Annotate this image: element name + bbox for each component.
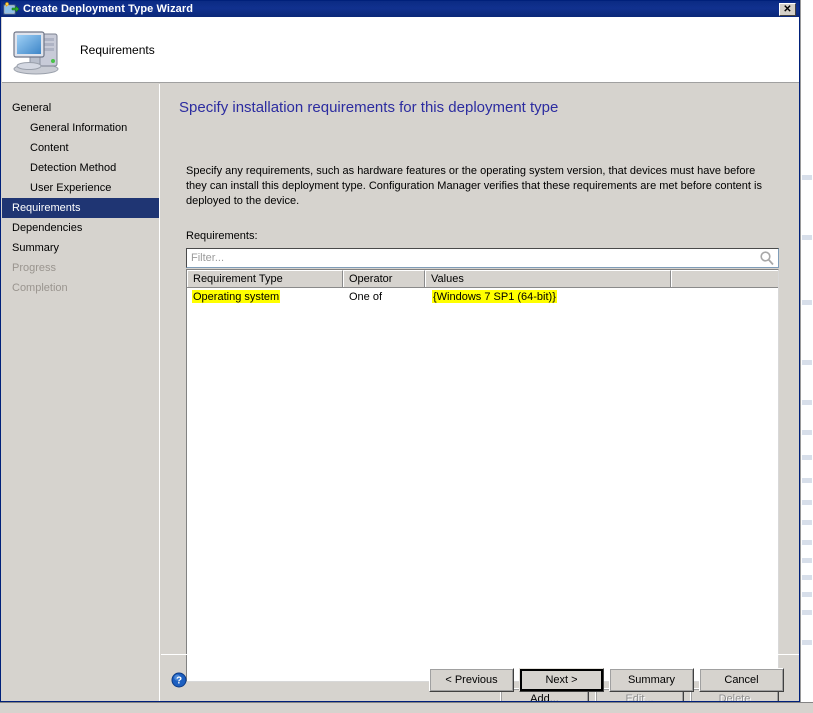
cell-values[interactable]: {Windows 7 SP1 (64-bit)} (427, 289, 674, 304)
wizard-content-pane: Specify installation requirements for th… (161, 84, 799, 701)
page-description: Specify any requirements, such as hardwa… (186, 165, 762, 207)
filter-box[interactable] (186, 248, 779, 268)
cell-values-text: {Windows 7 SP1 (64-bit)} (432, 289, 557, 303)
create-deployment-type-wizard-window: Create Deployment Type Wizard ✕ Requirem… (0, 0, 800, 702)
sidebar-item-content[interactable]: Content (2, 138, 159, 158)
background-window-text-fragment (802, 478, 812, 483)
sidebar-item-summary[interactable]: Summary (2, 238, 159, 258)
sidebar-item-general[interactable]: General (2, 98, 159, 118)
background-window-right (800, 0, 813, 712)
sidebar-item-requirements[interactable]: Requirements (2, 198, 159, 218)
column-header-values[interactable]: Values (425, 270, 671, 287)
sidebar-item-general-information[interactable]: General Information (2, 118, 159, 138)
cell-requirement-type[interactable]: Operating system (187, 289, 344, 304)
deployment-type-icon (3, 2, 20, 16)
background-window-text-fragment (802, 520, 812, 525)
column-header-operator[interactable]: Operator (343, 270, 425, 287)
background-window-text-fragment (802, 175, 812, 180)
requirements-list[interactable]: Requirement Type Operator Values Operati… (186, 269, 779, 682)
background-window-text-fragment (802, 500, 812, 505)
background-window-text-fragment (802, 592, 812, 597)
close-icon[interactable]: ✕ (779, 3, 796, 16)
background-window-text-fragment (802, 575, 812, 580)
background-window-text-fragment (802, 558, 812, 563)
sidebar-item-detection-method[interactable]: Detection Method (2, 158, 159, 178)
sidebar-item-completion: Completion (12, 282, 68, 294)
next-button[interactable]: Next > (519, 668, 604, 692)
search-input[interactable] (191, 250, 759, 266)
page-title: Specify installation requirements for th… (179, 99, 559, 116)
requirements-list-label: Requirements: (186, 230, 258, 242)
background-window-text-fragment (802, 400, 812, 405)
background-window-text-fragment (802, 300, 812, 305)
background-window-text-fragment (802, 540, 812, 545)
column-header-requirement-type[interactable]: Requirement Type (187, 270, 343, 287)
sidebar-item-user-experience[interactable]: User Experience (2, 178, 159, 198)
list-header-row: Requirement Type Operator Values (187, 270, 778, 288)
computer-icon (10, 24, 70, 76)
background-window-text-fragment (802, 455, 812, 460)
window-title: Create Deployment Type Wizard (23, 3, 194, 15)
wizard-header: Requirements (2, 17, 799, 83)
background-window-bottom (0, 702, 813, 713)
search-icon[interactable] (759, 250, 775, 266)
sidebar-item-dependencies[interactable]: Dependencies (2, 218, 159, 238)
footer-divider (161, 654, 799, 655)
svg-text:?: ? (176, 676, 182, 687)
sidebar-item-progress: Progress (12, 262, 57, 274)
column-header-extra[interactable] (671, 270, 778, 287)
header-title: Requirements (80, 42, 155, 57)
background-window-text-fragment (802, 360, 812, 365)
summary-button[interactable]: Summary (609, 668, 694, 692)
background-window-text-fragment (802, 640, 812, 645)
cell-requirement-type-text: Operating system (192, 289, 281, 303)
help-icon[interactable]: ? (171, 672, 187, 688)
cancel-button[interactable]: Cancel (699, 668, 784, 692)
background-window-text-fragment (802, 610, 812, 615)
cell-operator[interactable]: One of (344, 290, 427, 304)
table-row[interactable]: Operating system One of {Windows 7 SP1 (… (187, 288, 778, 305)
previous-button[interactable]: < Previous (429, 668, 514, 692)
wizard-steps-sidebar: General General Information Content Dete… (2, 84, 160, 701)
background-window-text-fragment (802, 430, 812, 435)
title-bar: Create Deployment Type Wizard ✕ (1, 1, 799, 17)
background-window-text-fragment (802, 235, 812, 240)
